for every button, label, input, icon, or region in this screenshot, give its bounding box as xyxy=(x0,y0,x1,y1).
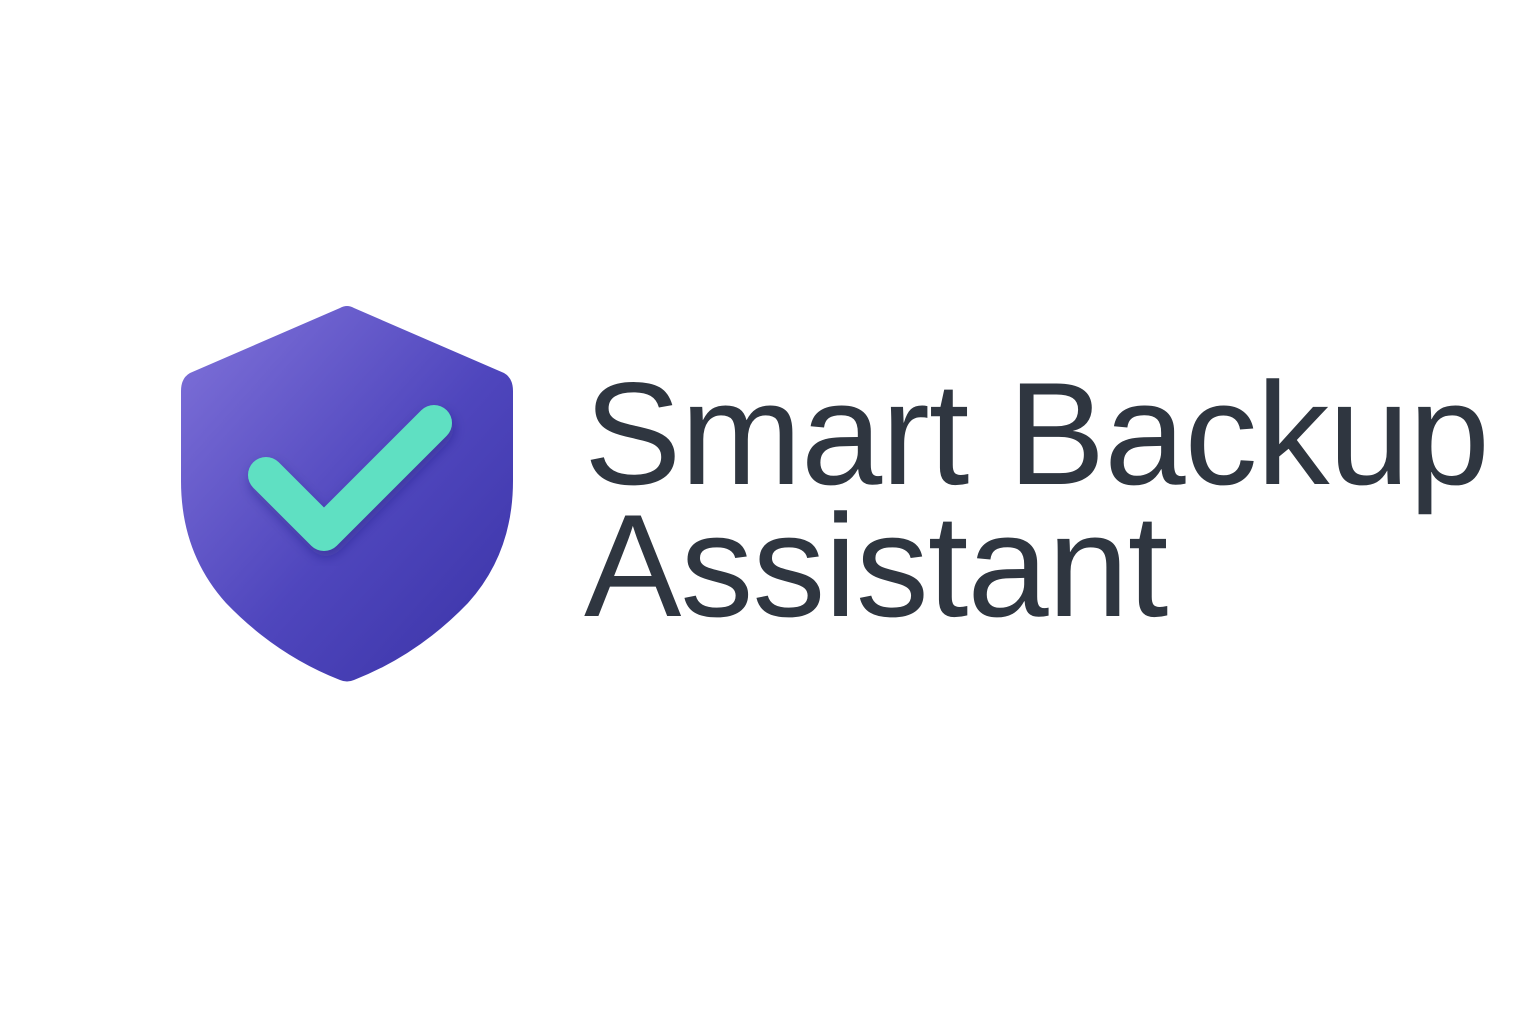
app-name: Smart Backup Assistant xyxy=(584,352,1490,647)
shield-check-icon xyxy=(178,303,516,685)
app-name-line-2: Assistant xyxy=(584,484,1168,647)
logo-lockup: Smart Backup Assistant xyxy=(0,0,1536,1024)
app-name-line-1: Smart Backup xyxy=(584,352,1490,515)
